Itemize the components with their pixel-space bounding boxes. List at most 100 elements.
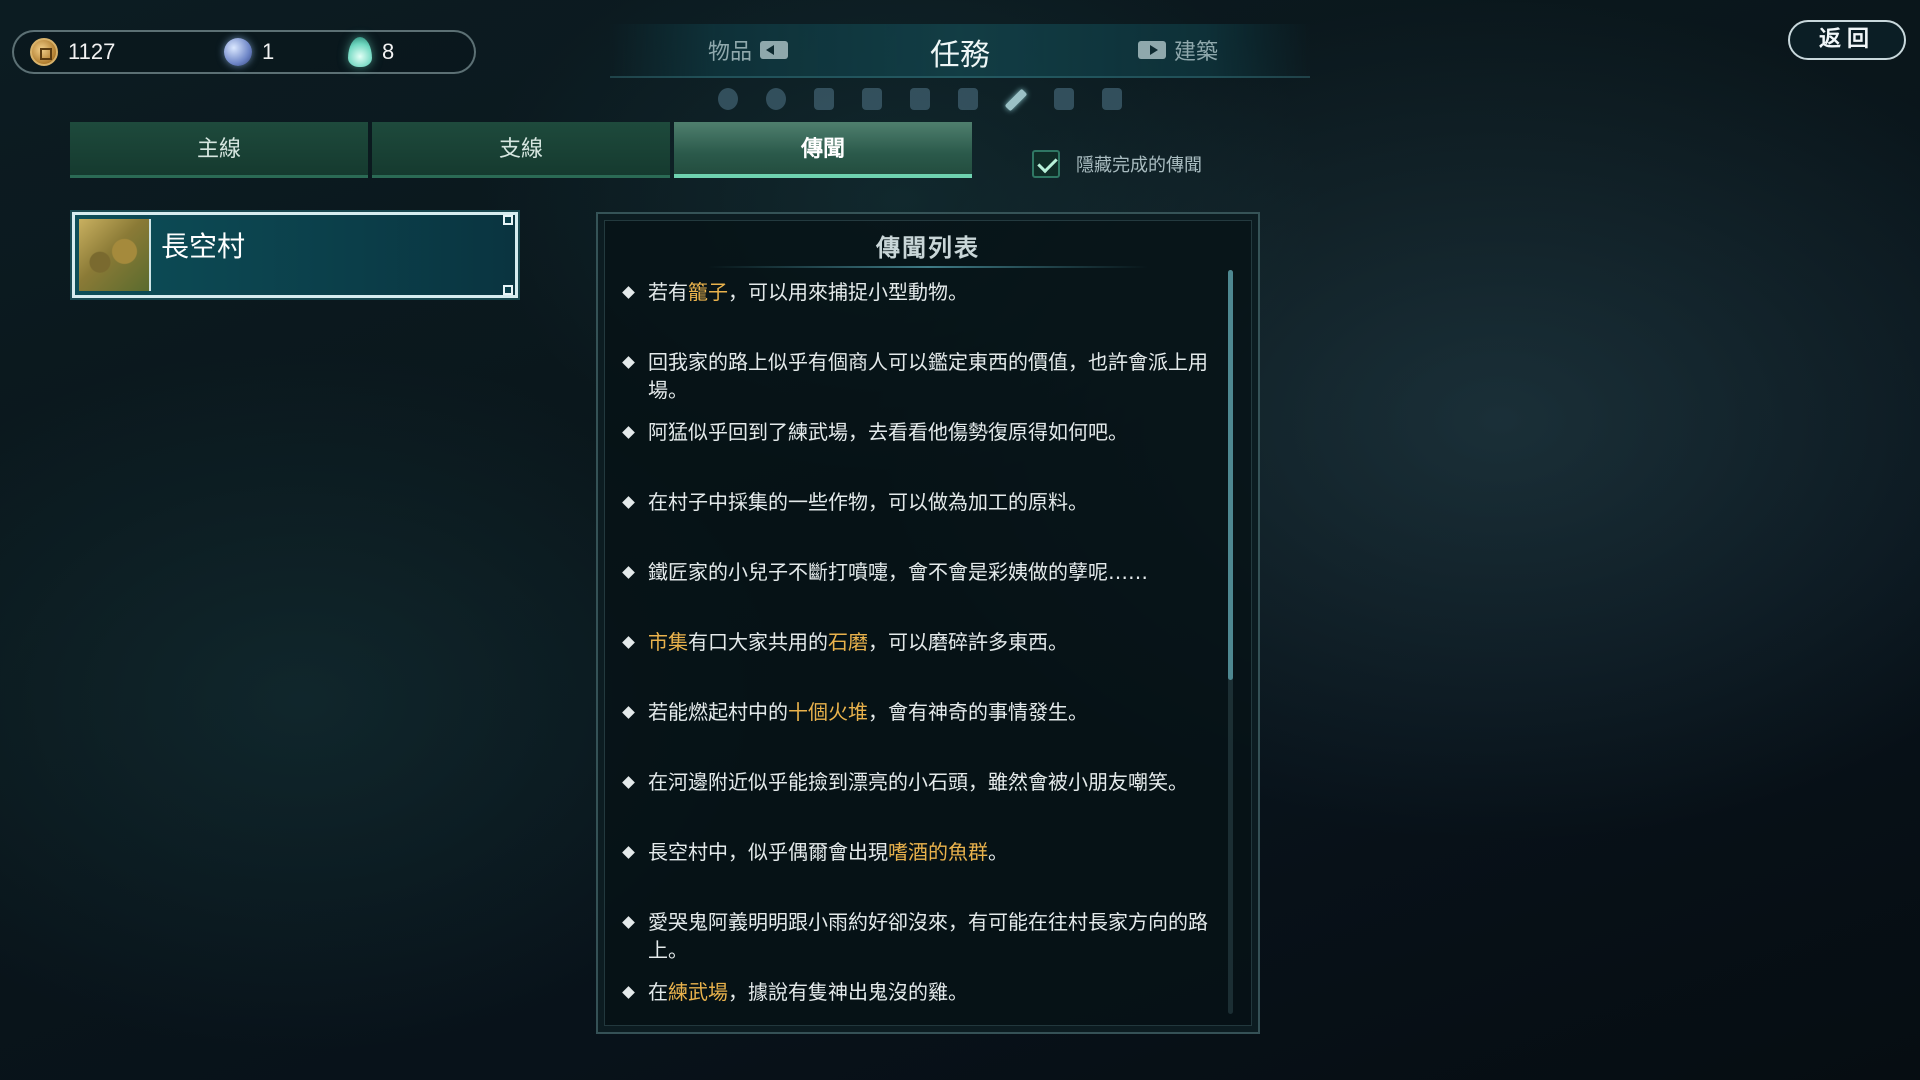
- rumor-text-segment: 。: [988, 840, 1008, 864]
- rumor-text-segment: 有口大家共用的: [688, 630, 828, 654]
- rumor-list-item: 市集有口大家共用的石磨，可以磨碎許多東西。: [622, 628, 1210, 656]
- brush-icon[interactable]: [1004, 88, 1028, 112]
- scrollbar-thumb[interactable]: [1228, 270, 1233, 680]
- hide-completed-label: 隱藏完成的傳聞: [1076, 155, 1202, 176]
- hide-completed-toggle[interactable]: 隱藏完成的傳聞: [1032, 150, 1202, 178]
- rumor-text-segment: 在村子中採集的一些作物，可以做為加工的原料。: [648, 490, 1088, 514]
- rumor-text-segment: ，可以磨碎許多東西。: [868, 630, 1068, 654]
- corner-marker-icon: [503, 285, 513, 295]
- previous-tab-key-icon: [760, 41, 789, 59]
- rumor-text-segment: 回我家的路上似乎有個商人可以鑑定東西的價值，也許會派上用場。: [648, 350, 1208, 402]
- rumor-keyword: 市集: [648, 630, 688, 654]
- diamond-bullet-icon: [622, 566, 635, 579]
- shrine-icon[interactable]: [1054, 88, 1074, 110]
- rumor-panel: 傳聞列表 若有籠子，可以用來捕捉小型動物。回我家的路上似乎有個商人可以鑑定東西的…: [596, 212, 1260, 1034]
- quest-category-tabs: 主線 支線 傳聞: [70, 122, 972, 178]
- rumor-text-segment: ，可以用來捕捉小型動物。: [728, 280, 968, 304]
- diamond-bullet-icon: [622, 636, 635, 649]
- diamond-bullet-icon: [622, 286, 635, 299]
- rumor-list-item: 愛哭鬼阿義明明跟小雨約好卻沒來，有可能在往村長家方向的路上。: [622, 908, 1210, 964]
- spirit-flame-icon: [348, 37, 372, 67]
- rumor-text: 鐵匠家的小兒子不斷打噴嚏，會不會是彩姨做的孽呢……: [648, 558, 1210, 586]
- rumor-text-segment: 阿猛似乎回到了練武場，去看看他傷勢復原得如何吧。: [648, 420, 1128, 444]
- rumor-list-item: 在村子中採集的一些作物，可以做為加工的原料。: [622, 488, 1210, 516]
- tab-main-quest[interactable]: 主線: [70, 122, 368, 178]
- robe-icon[interactable]: [910, 88, 930, 110]
- rumor-text: 阿猛似乎回到了練武場，去看看他傷勢復原得如何吧。: [648, 418, 1210, 446]
- next-tab-key-icon: [1138, 41, 1166, 59]
- jade-currency: 1: [224, 32, 274, 72]
- rumor-text-segment: 長空村中，似乎偶爾會出現: [648, 840, 888, 864]
- tab-items-label: 物品: [708, 40, 753, 65]
- chest-icon[interactable]: [958, 88, 978, 110]
- tab-side-quest[interactable]: 支線: [372, 122, 670, 178]
- diamond-bullet-icon: [622, 426, 635, 439]
- back-button[interactable]: 返回: [1788, 20, 1906, 60]
- diamond-bullet-icon: [622, 706, 635, 719]
- rumor-text: 若能燃起村中的十個火堆，會有神奇的事情發生。: [648, 698, 1210, 726]
- gold-currency: 1127: [30, 32, 115, 72]
- diamond-bullet-icon: [622, 776, 635, 789]
- tab-buildings-label: 建築: [1174, 40, 1219, 65]
- location-card[interactable]: 長空村: [72, 212, 518, 298]
- rumor-keyword: 石磨: [828, 630, 868, 654]
- jade-orb-icon: [224, 38, 252, 66]
- rumor-list-item: 阿猛似乎回到了練武場，去看看他傷勢復原得如何吧。: [622, 418, 1210, 446]
- rumor-keyword: 練武場: [668, 980, 728, 1004]
- rumor-text-segment: 若有: [648, 280, 688, 304]
- rumor-list-item: 長空村中，似乎偶爾會出現嗜酒的魚群。: [622, 838, 1210, 866]
- rumor-list-item: 在河邊附近似乎能撿到漂亮的小石頭，雖然會被小朋友嘲笑。: [622, 768, 1210, 796]
- rumor-text-segment: 在河邊附近似乎能撿到漂亮的小石頭，雖然會被小朋友嘲笑。: [648, 770, 1188, 794]
- tab-items[interactable]: 物品: [708, 34, 796, 66]
- rumor-keyword: 十個火堆: [788, 700, 868, 724]
- category-icon-row: [718, 88, 1122, 112]
- orb-icon[interactable]: [766, 88, 786, 110]
- checkbox-checked-icon[interactable]: [1032, 150, 1060, 178]
- currency-bar: 1127 1 8: [12, 30, 476, 74]
- diamond-bullet-icon: [622, 916, 635, 929]
- diamond-bullet-icon: [622, 356, 635, 369]
- rumor-list-item: 若有籠子，可以用來捕捉小型動物。: [622, 278, 1210, 306]
- spirit-currency: 8: [348, 32, 394, 72]
- rumor-list-item: 在練武場，據說有隻神出鬼沒的雞。: [622, 978, 1210, 1006]
- rumor-text: 在村子中採集的一些作物，可以做為加工的原料。: [648, 488, 1210, 516]
- village-thumbnail: [79, 219, 151, 291]
- rumor-keyword: 嗜酒的魚群: [888, 840, 988, 864]
- location-name: 長空村: [161, 230, 246, 263]
- diamond-bullet-icon: [622, 496, 635, 509]
- spirit-value: 8: [382, 39, 395, 64]
- rumor-text: 在練武場，據說有隻神出鬼沒的雞。: [648, 978, 1210, 1006]
- rumor-keyword: 籠子: [688, 280, 728, 304]
- title-divider: [708, 266, 1148, 268]
- rumor-list-item: 若能燃起村中的十個火堆，會有神奇的事情發生。: [622, 698, 1210, 726]
- character-icon[interactable]: [718, 88, 738, 110]
- corner-marker-icon: [503, 215, 513, 225]
- rumor-text: 長空村中，似乎偶爾會出現嗜酒的魚群。: [648, 838, 1210, 866]
- rumor-text-segment: 鐵匠家的小兒子不斷打噴嚏，會不會是彩姨做的孽呢……: [648, 560, 1148, 584]
- tab-rumors[interactable]: 傳聞: [674, 122, 972, 178]
- rumor-text-segment: ，據說有隻神出鬼沒的雞。: [728, 980, 968, 1004]
- rumor-text-segment: 愛哭鬼阿義明明跟小雨約好卻沒來，有可能在往村長家方向的路上。: [648, 910, 1208, 962]
- scroll-icon[interactable]: [1102, 88, 1122, 110]
- figure-icon[interactable]: [862, 88, 882, 110]
- diamond-bullet-icon: [622, 986, 635, 999]
- tab-quests-label: 任務: [930, 38, 990, 73]
- rumor-text-segment: 若能燃起村中的: [648, 700, 788, 724]
- jade-value: 1: [262, 39, 275, 64]
- rumor-text-segment: ，會有神奇的事情發生。: [868, 700, 1088, 724]
- rumor-list-item: 鐵匠家的小兒子不斷打噴嚏，會不會是彩姨做的孽呢……: [622, 558, 1210, 586]
- rumor-text: 在河邊附近似乎能撿到漂亮的小石頭，雖然會被小朋友嘲笑。: [648, 768, 1210, 796]
- rumor-text: 市集有口大家共用的石磨，可以磨碎許多東西。: [648, 628, 1210, 656]
- tab-buildings[interactable]: 建築: [1130, 34, 1218, 66]
- gold-value: 1127: [68, 39, 116, 64]
- rumor-list-item: 回我家的路上似乎有個商人可以鑑定東西的價值，也許會派上用場。: [622, 348, 1210, 404]
- gold-coin-icon: [30, 38, 58, 66]
- diamond-bullet-icon: [622, 846, 635, 859]
- tab-quests[interactable]: 任務: [930, 30, 990, 74]
- rumor-text-segment: 在: [648, 980, 668, 1004]
- rumor-text: 若有籠子，可以用來捕捉小型動物。: [648, 278, 1210, 306]
- rumor-text: 回我家的路上似乎有個商人可以鑑定東西的價值，也許會派上用場。: [648, 348, 1210, 404]
- rumor-panel-title: 傳聞列表: [876, 234, 980, 262]
- book-icon[interactable]: [814, 88, 834, 110]
- rumor-scrollbar[interactable]: [1228, 270, 1233, 1014]
